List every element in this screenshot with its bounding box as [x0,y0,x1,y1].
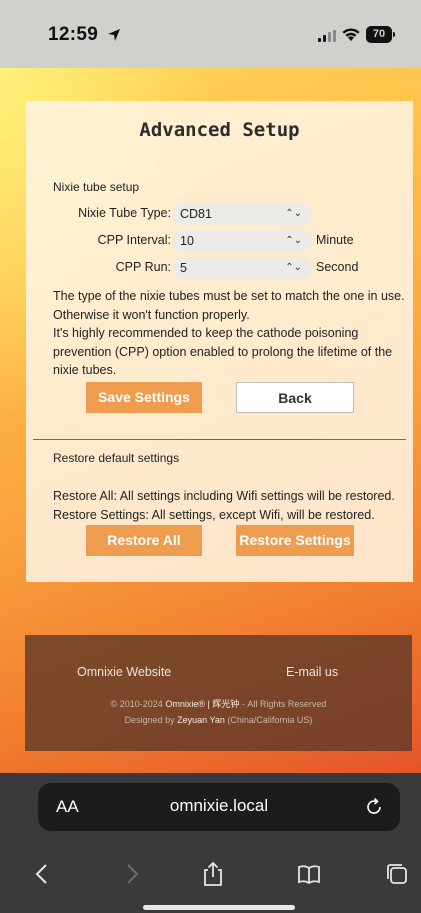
designer-location: (China/California US) [227,715,313,725]
restore-all-button[interactable]: Restore All [86,525,202,556]
tube-type-label: Nixie Tube Type: [78,206,171,220]
cpp-run-unit: Second [316,260,359,274]
cpp-interval-value: 10 [180,234,194,248]
browser-chrome: AA omnixie.local [0,773,421,913]
cpp-run-select[interactable]: 5 ⌃⌄ [172,257,312,279]
tube-type-description: The type of the nixie tubes must be set … [53,289,405,322]
section-divider [33,439,406,440]
signal-icon [318,30,336,42]
status-bar: 12:59 70 [0,0,421,68]
wifi-icon [342,28,360,41]
reload-icon[interactable] [364,797,384,817]
cpp-interval-label: CPP Interval: [97,233,171,247]
battery-icon: 70 [366,26,395,43]
share-icon[interactable] [200,861,226,887]
back-icon[interactable] [30,861,56,887]
copyright-suffix: - All Rights Reserved [241,699,327,709]
settings-panel: Advanced Setup Nixie tube setup Nixie Tu… [26,101,413,582]
status-time: 12:59 [48,24,99,45]
nixie-section-label: Nixie tube setup [53,180,140,194]
bookmarks-icon[interactable] [296,861,322,887]
select-chevron-icon: ⌃⌄ [285,235,302,246]
restore-settings-button[interactable]: Restore Settings [236,525,354,556]
back-button[interactable]: Back [236,382,354,413]
tube-type-select[interactable]: CD81 ⌃⌄ [172,203,312,225]
website-link[interactable]: Omnixie Website [77,665,171,679]
email-link[interactable]: E-mail us [286,665,338,679]
url-text: omnixie.local [169,796,269,815]
restore-settings-description: Restore Settings: All settings, except W… [53,508,375,522]
designed-by-label: Designed by [124,715,175,725]
copyright-years: © 2010-2024 [110,699,163,709]
select-chevron-icon: ⌃⌄ [285,262,302,273]
tube-type-row: Nixie Tube Type: CD81 ⌃⌄ [26,203,413,225]
tabs-icon[interactable] [384,861,410,887]
cpp-interval-row: CPP Interval: 10 ⌃⌄ Minute [26,230,413,252]
forward-icon[interactable] [118,861,144,887]
cpp-interval-select[interactable]: 10 ⌃⌄ [172,230,312,252]
copyright-line: © 2010-2024 Omnixie® | 辉光钟 - All Rights … [25,697,412,710]
cpp-description: It's highly recommended to keep the cath… [53,326,393,377]
cpp-interval-unit: Minute [316,233,354,247]
address-bar[interactable]: AA omnixie.local [38,783,400,831]
cpp-run-row: CPP Run: 5 ⌃⌄ Second [26,257,413,279]
designer-link[interactable]: Zeyuan Yan [177,715,225,725]
footer: Omnixie Website E-mail us © 2010-2024 Om… [25,635,412,751]
designer-line: Designed by Zeyuan Yan (China/California… [25,715,412,725]
restore-all-description: Restore All: All settings including Wifi… [53,489,395,503]
brand-link[interactable]: Omnixie® | 辉光钟 [165,699,239,709]
tube-type-value: CD81 [180,207,212,221]
location-arrow-icon [108,29,120,41]
restore-section-label: Restore default settings [53,451,180,465]
home-indicator [143,905,295,910]
select-chevron-icon: ⌃⌄ [285,208,302,219]
cpp-run-value: 5 [180,261,187,275]
cpp-run-label: CPP Run: [115,260,171,274]
save-settings-button[interactable]: Save Settings [86,382,202,413]
page-title: Advanced Setup [139,119,300,141]
page-background: Advanced Setup Nixie tube setup Nixie Tu… [0,68,421,773]
